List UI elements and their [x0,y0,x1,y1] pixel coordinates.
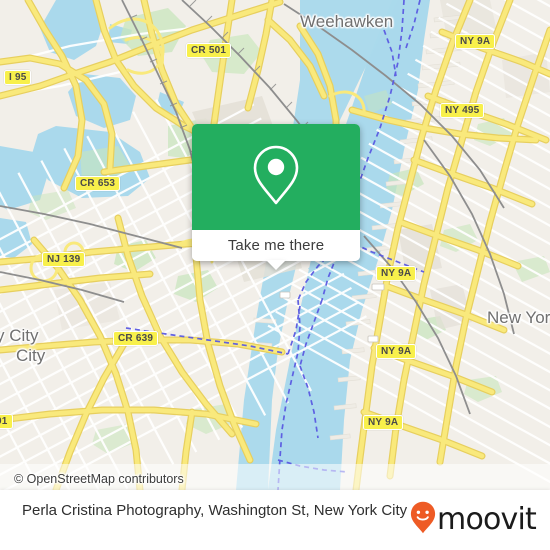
moovit-smiley-pin-icon [410,501,436,539]
moovit-wordmark: moovit [437,502,537,537]
take-me-there-label: Take me there [227,237,325,254]
app-screen: Weehawken New Yor y City City I 95 CR 50… [0,0,550,550]
road-shield-cr639[interactable]: CR 639 [113,331,159,346]
popup-icon-area [192,124,360,230]
road-shield-nj139[interactable]: NJ 139 [42,252,86,267]
road-shield-cr501[interactable]: CR 501 [186,43,232,58]
road-shield-i95[interactable]: I 95 [4,70,32,85]
road-shield-01[interactable]: 01 [0,414,13,429]
road-shield-ny9a-1[interactable]: NY 9A [455,34,496,49]
road-shield-ny9a-4[interactable]: NY 9A [363,415,404,430]
road-shield-cr653[interactable]: CR 653 [75,176,121,191]
location-caption: Perla Cristina Photography, Washington S… [22,502,408,519]
take-me-there-button[interactable]: Take me there [192,230,360,261]
footer-bar: Perla Cristina Photography, Washington S… [0,490,550,550]
moovit-logo[interactable]: moovit [410,501,537,539]
popup-pointer-tail [266,260,286,270]
location-pin-icon [251,144,301,211]
road-shield-ny9a-3[interactable]: NY 9A [376,344,417,359]
take-me-there-popup[interactable]: Take me there [192,124,360,270]
osm-attribution[interactable]: © OpenStreetMap contributors [14,472,184,486]
road-shield-ny495[interactable]: NY 495 [440,103,485,118]
road-shield-ny9a-2[interactable]: NY 9A [376,266,417,281]
